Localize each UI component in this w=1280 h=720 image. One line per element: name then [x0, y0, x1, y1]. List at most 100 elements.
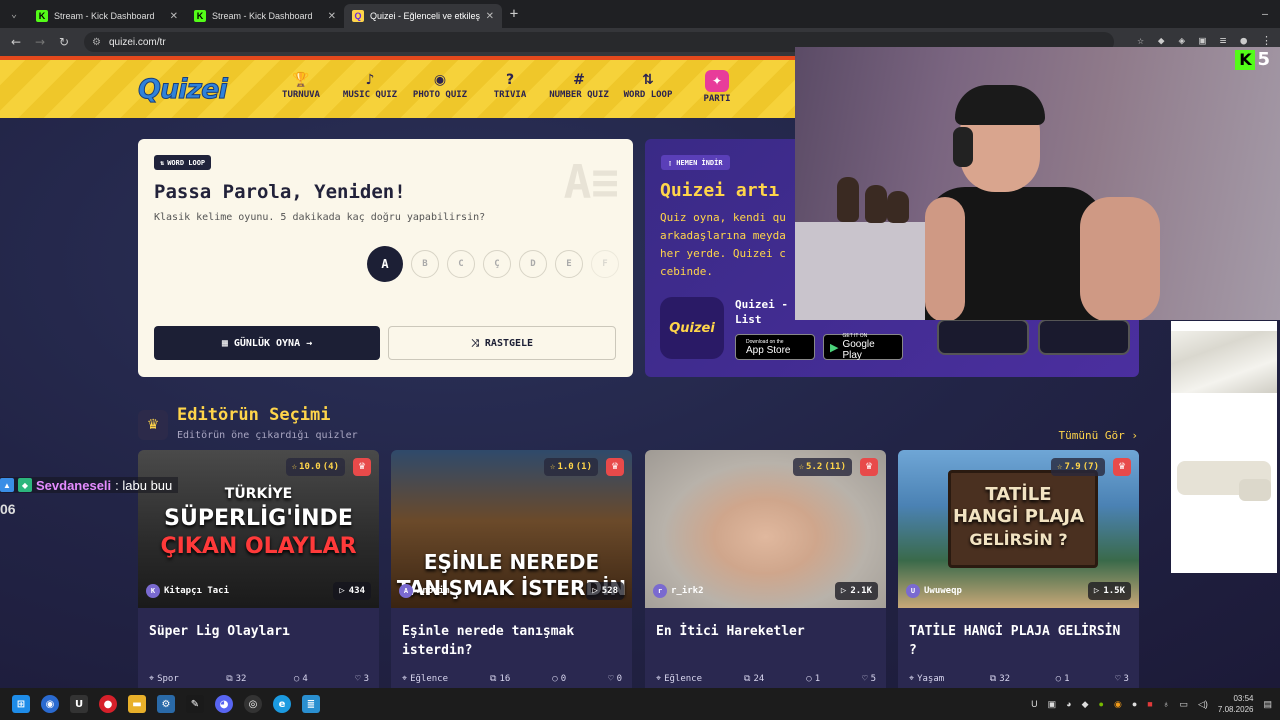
nav-word-loop[interactable]: ⇅ WORD LOOP	[622, 72, 674, 100]
google-play-button[interactable]: ▶ GET IT ON Google Play	[823, 333, 903, 361]
obs-icon[interactable]: ◎	[244, 695, 262, 713]
puzzle-icon[interactable]: ▣	[1199, 34, 1206, 47]
tray-app-icon[interactable]: ■	[1147, 699, 1152, 709]
author[interactable]: U Uwuweqp	[906, 582, 962, 600]
quiz-card[interactable]: ☆ 5.2 (11) ♛ r r_irk2 ▷ 2.1K En İtici Harek…	[645, 450, 886, 695]
new-tab-icon[interactable]: +	[502, 6, 526, 22]
tab-search-icon[interactable]: ⌄	[0, 0, 28, 28]
tab-close-icon[interactable]: ✕	[328, 11, 336, 22]
quizei-app-icon[interactable]: Quizei	[660, 297, 724, 359]
sort-az-icon: ⇅	[642, 72, 654, 88]
quizei-logo[interactable]: Quizei	[138, 74, 229, 106]
tray-app-icon[interactable]: ◉	[1114, 699, 1122, 710]
stream-chat-partial: 06	[0, 501, 16, 517]
windows-start-icon[interactable]: ⊞	[12, 695, 30, 713]
rating-badge: ☆ 1.0 (1)	[544, 458, 598, 476]
reload-icon[interactable]: ↻	[52, 35, 76, 49]
letter-bubble[interactable]: E	[555, 250, 583, 278]
nav-music-quiz[interactable]: ♪ MUSIC QUIZ	[341, 72, 399, 100]
letter-bubble[interactable]: B	[411, 250, 439, 278]
random-button[interactable]: ⤨ RASTGELE	[388, 326, 616, 360]
app-u-icon[interactable]: U	[70, 695, 88, 713]
edge-icon[interactable]: e	[273, 695, 291, 713]
pen-icon[interactable]: ✎	[186, 695, 204, 713]
nav-turnuva[interactable]: 🏆 TURNUVA	[281, 72, 321, 100]
quiz-card[interactable]: EŞİNLE NEREDE TANIŞMAK İSTERDİN ☆ 1.0 (1)…	[391, 450, 632, 695]
letter-bubble[interactable]: D	[519, 250, 547, 278]
question-bubble-icon: ?	[505, 72, 515, 88]
daily-play-button[interactable]: ▦ GÜNLÜK OYNA →	[154, 326, 380, 360]
quiz-title[interactable]: Eşinle nerede tanışmak isterdin?	[402, 622, 622, 660]
play-count: ▷ 434	[333, 582, 371, 600]
clock[interactable]: 03:54 7.08.2026	[1218, 693, 1254, 715]
kick-logo: K 5	[1235, 49, 1270, 70]
file-explorer-icon[interactable]: ▬	[128, 695, 146, 713]
rating-badge: ☆ 10.0 (4)	[285, 458, 345, 476]
forward-icon[interactable]: →	[28, 35, 52, 49]
sidebar-ad[interactable]	[1171, 321, 1277, 573]
quiz-title[interactable]: TATİLE HANGİ PLAJA GELİRSİN ?	[909, 622, 1129, 660]
microphone-icon[interactable]: ♁	[1163, 699, 1170, 709]
recorder-icon[interactable]: ●	[99, 695, 117, 713]
quiz-title[interactable]: En İtici Hareketler	[656, 622, 876, 641]
crown-icon: ♛	[606, 458, 624, 476]
site-info-icon[interactable]: ⚙	[92, 37, 101, 48]
nav-label: TRIVIA	[493, 90, 527, 100]
shield-icon[interactable]: ◆	[1158, 34, 1165, 47]
question-count-icon: ⧉	[989, 674, 997, 684]
browser-tab[interactable]: K Stream - Kick Dashboard ✕	[186, 4, 344, 28]
letter-bubble[interactable]: Ç	[483, 250, 511, 278]
tab-close-icon[interactable]: ✕	[486, 11, 494, 22]
extension-icons: ☆ ◆ ◈ ▣ ≡ ● ⋮	[1137, 34, 1272, 47]
nav-parti[interactable]: ✦ PARTI	[703, 70, 731, 104]
discord-icon[interactable]: ◕	[215, 695, 233, 713]
author[interactable]: r r_irk2	[653, 582, 704, 600]
chrome-icon[interactable]: ◉	[41, 695, 59, 713]
nav-trivia[interactable]: ? TRIVIA	[492, 72, 528, 100]
tray-u-icon[interactable]: U	[1031, 699, 1038, 709]
letter-bubble[interactable]: F	[591, 250, 619, 278]
letter-bubble[interactable]: C	[447, 250, 475, 278]
heart-icon: ♡	[1115, 674, 1121, 684]
author[interactable]: A Anonim	[399, 582, 450, 600]
tray-discord-icon[interactable]: ◕	[1066, 699, 1071, 709]
settings-icon[interactable]: ⚙	[157, 695, 175, 713]
nav-photo-quiz[interactable]: ◉ PHOTO QUIZ	[411, 72, 469, 100]
heart-icon: ♡	[355, 674, 361, 684]
menu-icon[interactable]: ⋮	[1261, 34, 1272, 47]
subscriber-badge-icon: ▲	[0, 478, 14, 492]
app-store-button[interactable]: Download on the App Store	[735, 334, 815, 360]
network-icon[interactable]: ▭	[1179, 699, 1188, 710]
tab-close-icon[interactable]: ✕	[170, 11, 178, 22]
quiz-card[interactable]: TATİLE HANGİ PLAJA GELİRSİN ? ☆ 7.9 (7) ♛…	[898, 450, 1139, 695]
chevron-right-icon: ›	[1131, 429, 1138, 442]
tray-app-icon[interactable]: ▣	[1048, 699, 1057, 710]
hash-icon: #	[573, 72, 585, 88]
system-tray: U ▣ ◕ ◆ ● ◉ ● ■ ♁ ▭ ◁) 03:54 7.08.2026 ▤	[1031, 688, 1272, 720]
letter-bubble[interactable]: A	[367, 246, 403, 282]
browser-tab-active[interactable]: Q Quizei - Eğlenceli ve etkileşimli ✕	[344, 4, 502, 28]
bookmark-star-icon[interactable]: ☆	[1137, 34, 1144, 47]
browser-tab[interactable]: K Stream - Kick Dashboard ✕	[28, 4, 186, 28]
crown-icon: ♛	[1113, 458, 1131, 476]
tray-app-icon[interactable]: ◆	[1082, 699, 1089, 710]
notification-icon[interactable]: ▤	[1263, 699, 1272, 710]
stream-chat-message: ▲ ◆ Sevdaneseli : labu buu	[0, 477, 179, 493]
quiz-title[interactable]: Süper Lig Olayları	[149, 622, 369, 641]
nav-number-quiz[interactable]: # NUMBER QUIZ	[547, 72, 611, 100]
extension-icon[interactable]: ◈	[1179, 34, 1186, 47]
see-all-link[interactable]: Tümünü Gör ›	[1059, 429, 1138, 442]
back-icon[interactable]: ←	[4, 35, 28, 49]
profile-icon[interactable]: ●	[1240, 34, 1247, 47]
minimize-icon[interactable]: —	[1262, 9, 1268, 20]
tray-app-icon[interactable]: ●	[1132, 699, 1137, 709]
app-promo-description: Quiz oyna, kendi qu arkadaşlarına meyda …	[660, 211, 786, 278]
play-count: ▷ 2.1K	[834, 582, 878, 600]
volume-icon[interactable]: ◁)	[1198, 699, 1208, 710]
notepad-icon[interactable]: ≣	[302, 695, 320, 713]
media-icon[interactable]: ≡	[1220, 34, 1227, 47]
sort-az-icon: ⇅	[160, 158, 165, 167]
author[interactable]: K Kitapçı Taci	[146, 582, 229, 600]
tray-nvidia-icon[interactable]: ●	[1099, 699, 1104, 709]
party-popper-icon: ✦	[705, 70, 729, 92]
